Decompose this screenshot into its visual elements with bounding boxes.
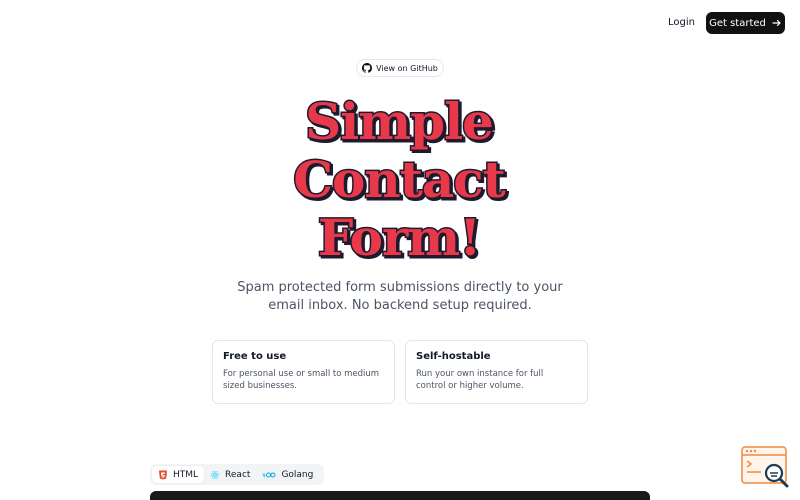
hero-title-line-1: Simple xyxy=(305,92,493,151)
hero-title-line-2: Contact xyxy=(293,150,505,209)
feature-card-self-hostable: Self-hostable Run your own instance for … xyxy=(405,340,588,404)
feature-card-title: Self-hostable xyxy=(416,351,491,362)
tab-label: React xyxy=(225,469,251,480)
login-link[interactable]: Login xyxy=(668,14,695,32)
hero-subtitle-line-1: Spam protected form submissions directly… xyxy=(237,280,563,295)
get-started-label: Get started xyxy=(709,17,766,29)
feature-card-description: Run your own instance for full control o… xyxy=(416,368,577,392)
feature-card-title: Free to use xyxy=(223,351,287,362)
code-language-tabs: HTML React Golang xyxy=(150,464,324,485)
github-label: View on GitHub xyxy=(376,63,438,73)
browser-search-icon xyxy=(741,446,789,488)
tab-label: HTML xyxy=(173,469,199,480)
get-started-button[interactable]: Get started xyxy=(706,12,785,34)
hero-title-line-3: Form! xyxy=(318,208,480,267)
hero-title: Simple Simple Contact Contact Form! Form… xyxy=(250,91,550,271)
feature-card-desc-line: Run your own instance for full xyxy=(416,369,544,379)
feature-card-free: Free to use For personal use or small to… xyxy=(212,340,395,404)
code-panel xyxy=(150,491,650,500)
tab-react[interactable]: React xyxy=(204,466,256,483)
tab-label: Golang xyxy=(281,469,314,480)
tab-html[interactable]: HTML xyxy=(152,466,205,483)
golang-icon xyxy=(262,472,276,477)
view-on-github-link[interactable]: View on GitHub xyxy=(356,59,444,77)
tab-golang[interactable]: Golang xyxy=(256,466,319,483)
feature-card-desc-line: sized businesses. xyxy=(223,381,297,391)
feature-card-desc-line: control or higher volume. xyxy=(416,381,524,391)
hero-subtitle: Spam protected form submissions directly… xyxy=(200,279,600,315)
feature-card-desc-line: For personal use or small to medium xyxy=(223,369,380,379)
html5-icon xyxy=(159,470,167,479)
react-icon xyxy=(210,470,220,479)
hero-subtitle-line-2: email inbox. No backend setup required. xyxy=(268,298,532,313)
floating-search-widget[interactable] xyxy=(741,446,791,490)
arrow-right-icon xyxy=(772,19,781,27)
feature-card-description: For personal use or small to medium size… xyxy=(223,368,384,392)
landing-page: Login Get started View on GitHub Simple … xyxy=(0,0,800,500)
github-icon xyxy=(362,63,373,73)
